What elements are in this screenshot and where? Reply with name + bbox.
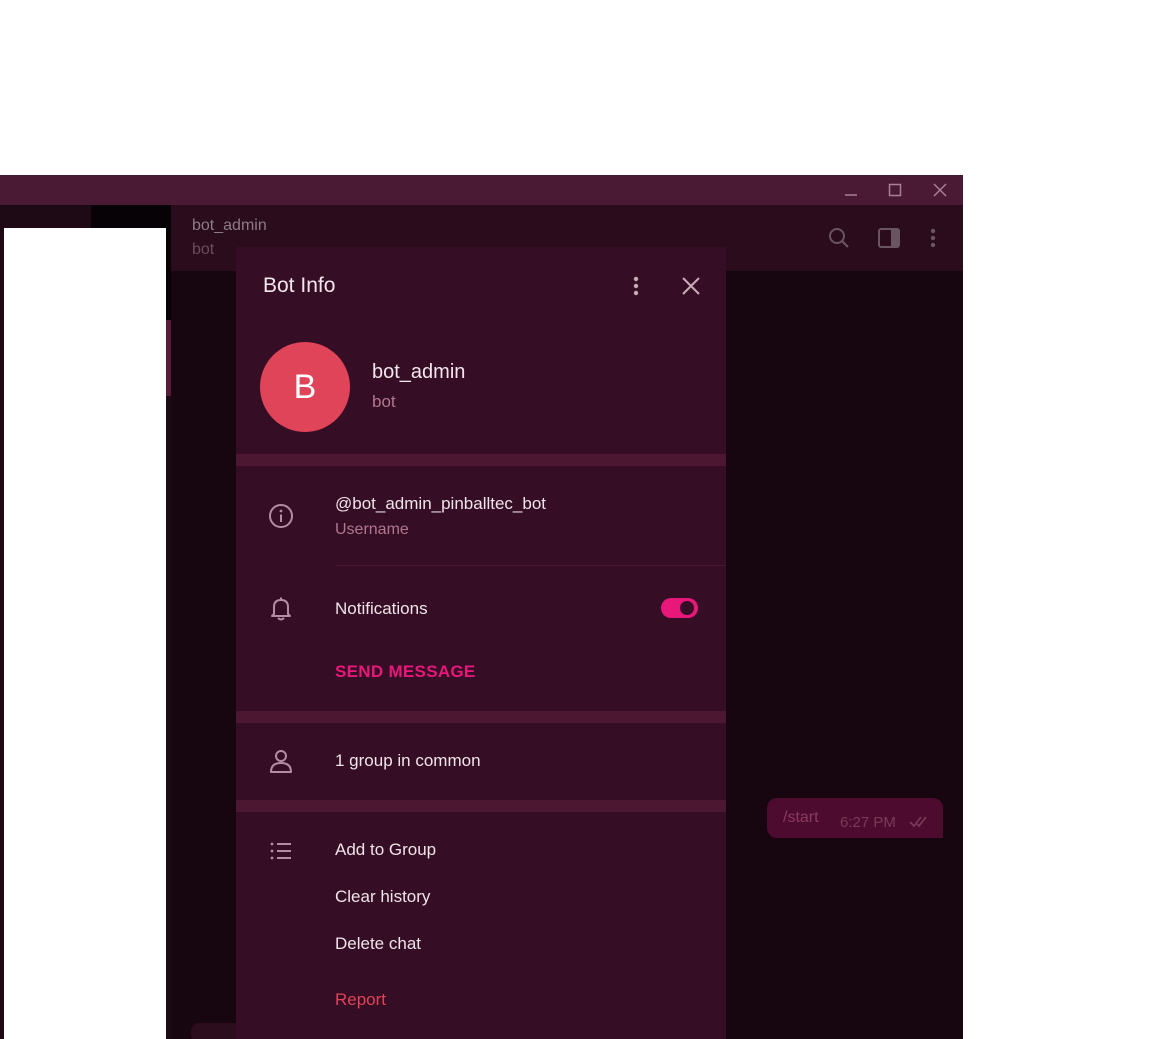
profile-role: bot xyxy=(372,392,396,411)
more-vertical-icon[interactable] xyxy=(920,225,946,251)
message-text: /start xyxy=(783,809,819,826)
section-separator xyxy=(236,454,726,466)
chat-title[interactable]: bot_admin xyxy=(192,217,267,235)
info-icon xyxy=(266,501,296,531)
notifications-label: Notifications xyxy=(335,599,428,618)
username-label: Username xyxy=(335,521,409,538)
delete-chat-button[interactable]: Delete chat xyxy=(335,934,421,954)
minimize-icon[interactable] xyxy=(829,175,873,205)
message-time: 6:27 PM xyxy=(840,814,896,831)
profile-name: bot_admin xyxy=(372,361,466,383)
panel-title: Bot Info xyxy=(263,274,336,297)
notifications-toggle[interactable] xyxy=(661,598,698,618)
send-message-button[interactable]: SEND MESSAGE xyxy=(335,662,476,682)
title-bar xyxy=(0,175,963,205)
bot-info-panel: Bot Info B bot_admin bot @bot_admin_pinb… xyxy=(236,247,726,1039)
person-icon xyxy=(266,746,296,776)
more-vertical-icon[interactable] xyxy=(621,271,651,301)
username-value[interactable]: @bot_admin_pinballtec_bot xyxy=(335,494,546,514)
section-separator xyxy=(236,800,726,812)
close-icon[interactable] xyxy=(676,271,706,301)
avatar[interactable]: B xyxy=(260,342,350,432)
search-icon[interactable] xyxy=(826,225,852,251)
sidebar-toggle-icon[interactable] xyxy=(876,225,902,251)
message-bubble[interactable]: /start 6:27 PM xyxy=(767,798,943,838)
redacted-area xyxy=(4,228,166,1039)
groups-in-common[interactable]: 1 group in common xyxy=(335,751,481,771)
list-icon xyxy=(266,836,296,866)
double-check-icon xyxy=(909,814,933,833)
section-separator xyxy=(236,711,726,723)
report-button[interactable]: Report xyxy=(335,990,386,1010)
close-icon[interactable] xyxy=(918,175,962,205)
maximize-icon[interactable] xyxy=(873,175,917,205)
divider xyxy=(335,565,726,566)
clear-history-button[interactable]: Clear history xyxy=(335,887,430,907)
add-to-group-button[interactable]: Add to Group xyxy=(335,840,436,860)
chat-subtitle: bot xyxy=(192,241,215,258)
bell-icon xyxy=(266,594,296,624)
